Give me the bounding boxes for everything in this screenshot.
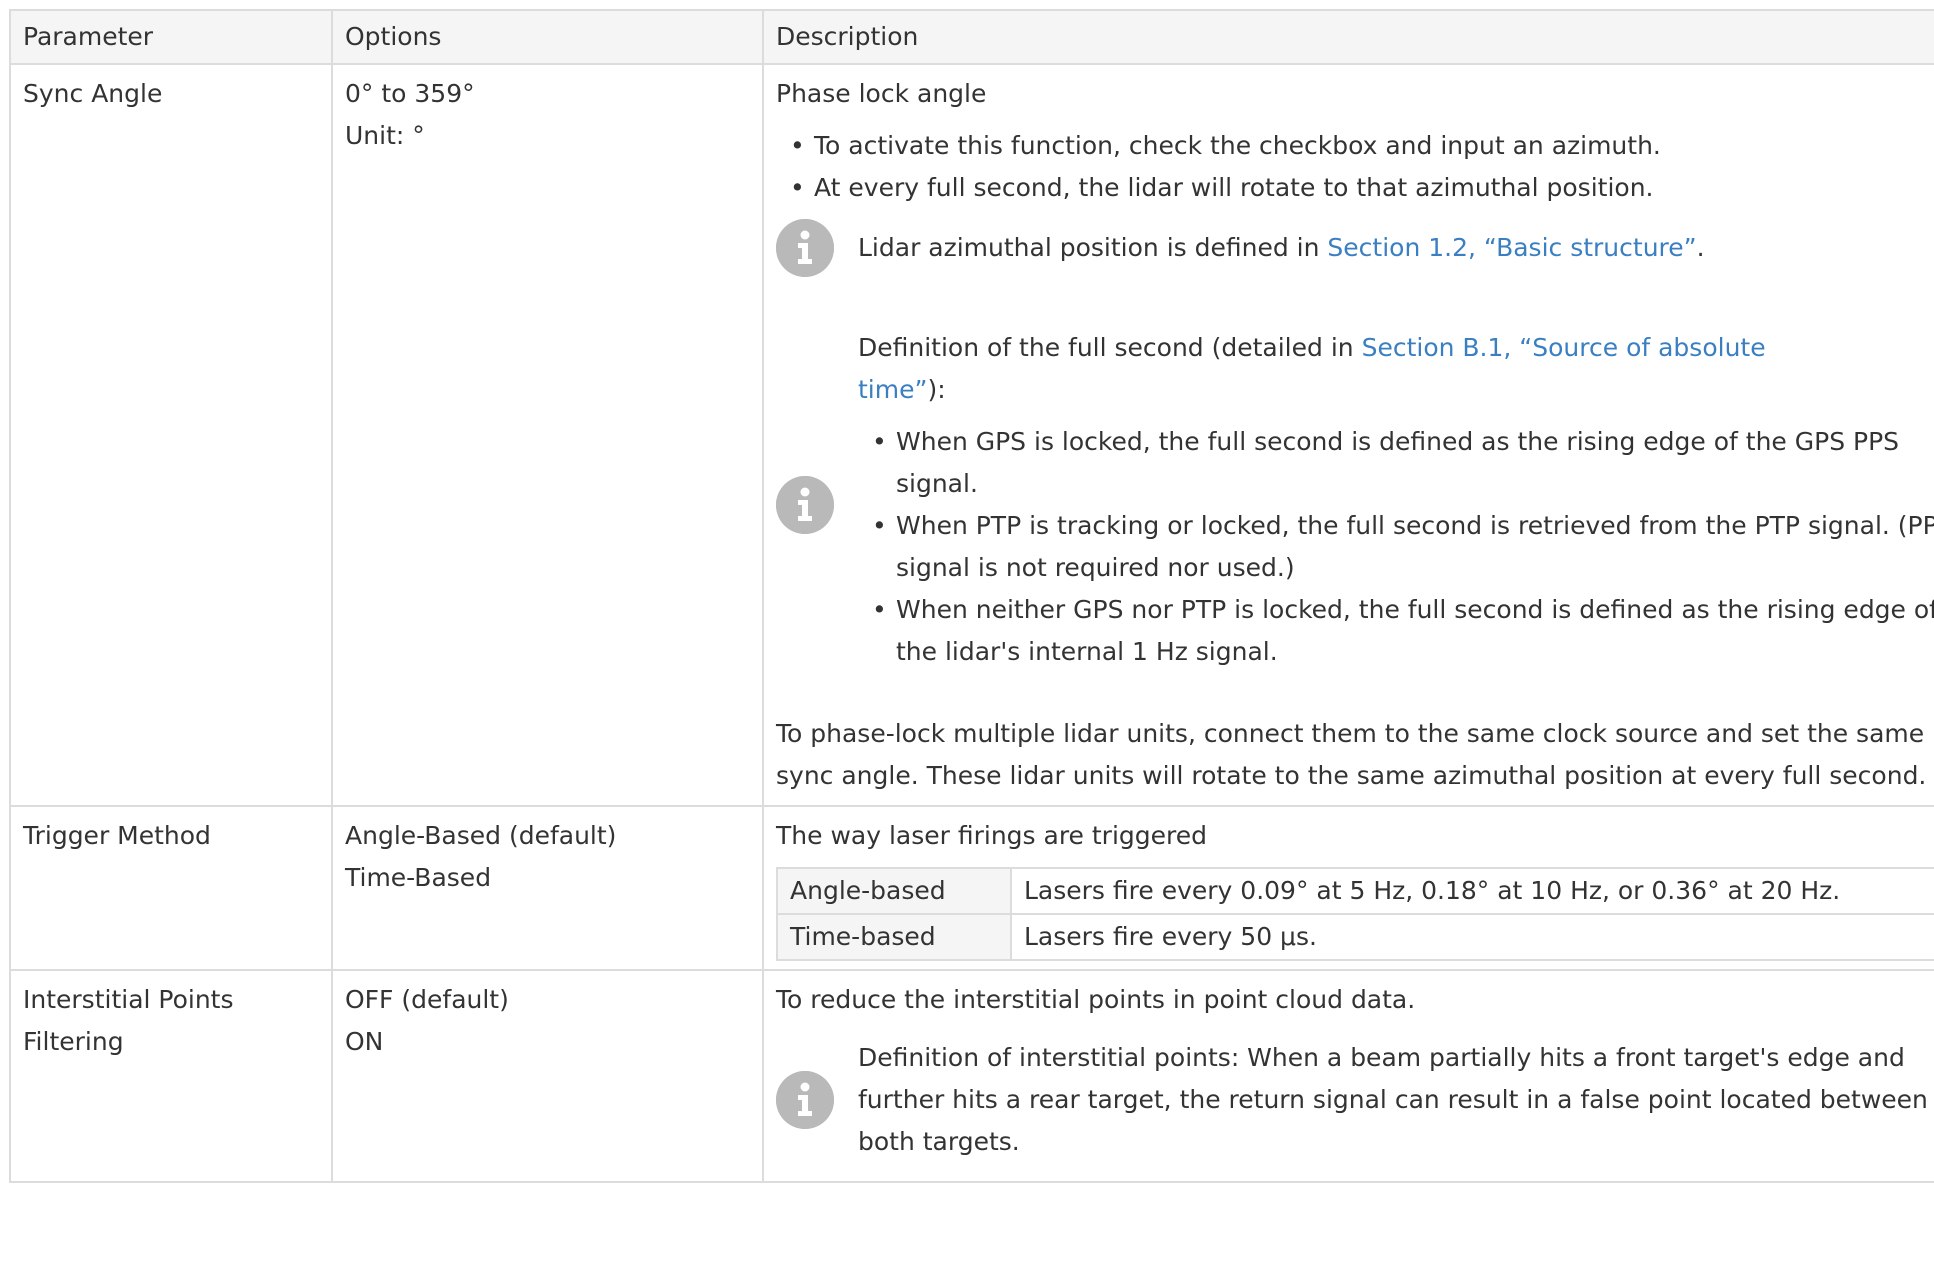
option-value: 0° to 359° <box>345 79 475 108</box>
parameter-table: Parameter Options Description Sync Angle… <box>9 9 1934 1183</box>
description-intro: To reduce the interstitial points in poi… <box>776 985 1416 1014</box>
info-note: Definition of interstitial points: When … <box>776 1037 1934 1163</box>
page: Parameter Options Description Sync Angle… <box>0 0 1934 1276</box>
table-row: Interstitial Points Filtering OFF (defau… <box>9 969 1934 1183</box>
note-text: Definition of interstitial points: When … <box>858 1043 1928 1156</box>
bullet-list: • To activate this function, check the ch… <box>776 125 1934 209</box>
info-icon <box>776 476 834 534</box>
param-trigger-method: Trigger Method <box>9 805 333 971</box>
description-cell: Phase lock angle • To activate this funct… <box>762 63 1934 807</box>
param-sync-angle: Sync Angle <box>9 63 333 807</box>
section-link[interactable]: Section B.1, “Source of absolute <box>1362 333 1766 362</box>
info-icon <box>776 219 834 277</box>
list-item: • To activate this function, check the ch… <box>790 131 1661 160</box>
list-item: • When GPS is locked, the full second is … <box>872 427 1900 498</box>
description-cell: To reduce the interstitial points in poi… <box>762 969 1934 1183</box>
header-parameter: Parameter <box>9 9 333 65</box>
description-outro: To phase-lock multiple lidar units, conn… <box>776 719 1927 790</box>
trigger-value: Lasers fire every 50 μs. <box>1010 913 1934 961</box>
list-item: • At every full second, the lidar will ro… <box>790 173 1654 202</box>
list-item: • When PTP is tracking or locked, the ful… <box>872 511 1934 582</box>
bullet-list: • When GPS is locked, the full second is … <box>858 421 1934 673</box>
info-note: Lidar azimuthal position is defined in S… <box>776 219 1934 277</box>
note-text: Definition of the full second (detailed … <box>858 333 1766 404</box>
trigger-key: Angle-based <box>776 867 1012 915</box>
option-value: ON <box>345 1027 384 1056</box>
section-link[interactable]: Section 1.2, “Basic structure” <box>1327 233 1696 262</box>
section-link[interactable]: time” <box>858 375 927 404</box>
trigger-value: Lasers fire every 0.09° at 5 Hz, 0.18° a… <box>1010 867 1934 915</box>
option-value: Angle-Based (default) <box>345 821 617 850</box>
table-row: Sync Angle 0° to 359° Unit: ° Phase lock… <box>9 63 1934 807</box>
option-value: OFF (default) <box>345 985 509 1014</box>
header-description: Description <box>762 9 1934 65</box>
table-row: Trigger Method Angle-Based (default) Tim… <box>9 805 1934 971</box>
description-intro: The way laser firings are triggered <box>776 821 1208 850</box>
options-cell: OFF (default) ON <box>331 969 764 1183</box>
header-options: Options <box>331 9 764 65</box>
option-value: Time-Based <box>345 863 492 892</box>
trigger-key: Time-based <box>776 913 1012 961</box>
description-cell: The way laser firings are triggered Angl… <box>762 805 1934 971</box>
table-row: Time-based Lasers fire every 50 μs. <box>776 913 1934 961</box>
info-note: Definition of the full second (detailed … <box>776 327 1934 683</box>
info-icon <box>776 1071 834 1129</box>
option-value: Unit: ° <box>345 121 425 150</box>
description-intro: Phase lock angle <box>776 79 987 108</box>
options-cell: 0° to 359° Unit: ° <box>331 63 764 807</box>
param-interstitial-points-filtering: Interstitial Points Filtering <box>9 969 333 1183</box>
table-row: Angle-based Lasers fire every 0.09° at 5… <box>776 867 1934 915</box>
trigger-method-table: Angle-based Lasers fire every 0.09° at 5… <box>776 867 1934 961</box>
note-text: Lidar azimuthal position is defined in <box>858 233 1328 262</box>
options-cell: Angle-Based (default) Time-Based <box>331 805 764 971</box>
table-header-row: Parameter Options Description <box>9 9 1934 65</box>
list-item: • When neither GPS nor PTP is locked, the… <box>872 595 1934 666</box>
